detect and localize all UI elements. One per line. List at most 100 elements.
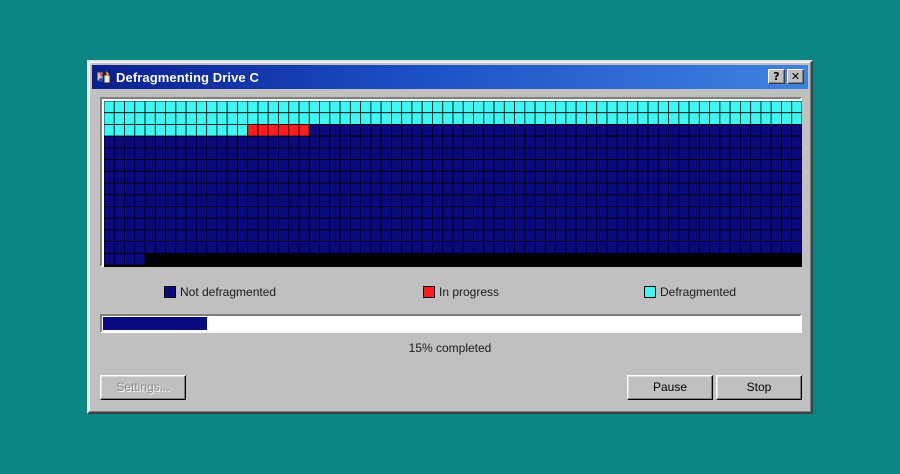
cluster-block-not-defragmented	[452, 170, 464, 184]
cluster-block-not-defragmented	[524, 229, 536, 242]
close-button[interactable]: ✕	[787, 69, 804, 84]
cluster-block-defragmented	[555, 101, 567, 114]
cluster-block-not-defragmented	[647, 170, 659, 184]
cluster-block-defragmented	[514, 101, 526, 114]
cluster-block-not-defragmented	[360, 170, 372, 184]
cluster-block-not-defragmented	[165, 217, 177, 231]
cluster-block-not-defragmented	[524, 135, 536, 149]
cluster-block-defragmented	[124, 101, 136, 114]
cluster-block-not-defragmented	[226, 170, 238, 184]
cluster-block-defragmented	[195, 112, 208, 125]
cluster-block-not-defragmented	[688, 170, 700, 184]
in-progress-swatch	[423, 286, 435, 298]
cluster-block-not-defragmented	[247, 206, 259, 219]
cluster-block-defragmented	[185, 112, 197, 125]
cluster-block-not-defragmented	[627, 182, 639, 196]
cluster-block-not-defragmented	[462, 194, 474, 207]
cluster-block-not-defragmented	[627, 206, 639, 219]
cluster-block-not-defragmented	[740, 170, 752, 184]
cluster-block-not-defragmented	[195, 229, 208, 242]
title-bar[interactable]: Defragmenting Drive C ? ✕	[92, 65, 808, 89]
cluster-block-not-defragmented	[104, 229, 115, 242]
cluster-block-not-defragmented	[195, 241, 208, 254]
cluster-block-not-defragmented	[185, 147, 197, 160]
cluster-block-defragmented	[698, 101, 711, 114]
cluster-block-not-defragmented	[493, 206, 505, 219]
settings-button[interactable]: Settings...	[100, 375, 186, 400]
cluster-block-not-defragmented	[473, 182, 485, 196]
cluster-block-not-defragmented	[555, 147, 567, 160]
cluster-block-not-defragmented	[616, 135, 628, 149]
cluster-block-not-defragmented	[421, 170, 433, 184]
cluster-block-not-defragmented	[770, 124, 782, 137]
cluster-block-not-defragmented	[154, 241, 166, 254]
cluster-block-not-defragmented	[698, 229, 711, 242]
cluster-block-defragmented	[247, 112, 259, 125]
cluster-block-not-defragmented	[514, 170, 526, 184]
cluster-block-not-defragmented	[555, 217, 567, 231]
cluster-block-not-defragmented	[740, 135, 752, 149]
cluster-block-not-defragmented	[411, 229, 423, 242]
cluster-block-not-defragmented	[113, 217, 125, 231]
cluster-block-not-defragmented	[709, 159, 721, 172]
cluster-block-defragmented	[575, 101, 587, 114]
cluster-block-not-defragmented	[308, 159, 320, 172]
cluster-block-not-defragmented	[391, 194, 403, 207]
cluster-block-not-defragmented	[298, 182, 310, 196]
cluster-block-defragmented	[298, 101, 310, 114]
cluster-block-not-defragmented	[370, 147, 382, 160]
cluster-block-not-defragmented	[195, 135, 208, 149]
cluster-block-not-defragmented	[329, 159, 341, 172]
cluster-block-not-defragmented	[493, 147, 505, 160]
help-button[interactable]: ?	[768, 69, 785, 84]
cluster-block-not-defragmented	[729, 217, 741, 231]
cluster-block-not-defragmented	[360, 206, 372, 219]
cluster-block-not-defragmented	[719, 229, 731, 242]
cluster-block-not-defragmented	[565, 147, 577, 160]
cluster-block-not-defragmented	[247, 229, 259, 242]
cluster-block-defragmented	[226, 112, 238, 125]
cluster-block-not-defragmented	[565, 229, 577, 242]
cluster-block-defragmented	[278, 112, 290, 125]
cluster-block-not-defragmented	[411, 217, 423, 231]
cluster-block-not-defragmented	[668, 147, 680, 160]
cluster-block-not-defragmented	[401, 170, 413, 184]
cluster-block-not-defragmented	[442, 147, 454, 160]
cluster-block-not-defragmented	[760, 217, 772, 231]
cluster-block-not-defragmented	[688, 229, 700, 242]
stop-button[interactable]: Stop	[716, 375, 802, 400]
progress-bar	[100, 314, 802, 333]
cluster-block-not-defragmented	[380, 135, 392, 149]
cluster-block-not-defragmented	[534, 159, 546, 172]
cluster-block-not-defragmented	[483, 217, 495, 231]
cluster-block-not-defragmented	[195, 217, 208, 231]
cluster-block-defragmented	[144, 101, 156, 114]
cluster-block-defragmented	[750, 112, 762, 125]
cluster-block-not-defragmented	[247, 241, 259, 254]
cluster-block-not-defragmented	[483, 135, 495, 149]
cluster-block-defragmented	[524, 101, 536, 114]
cluster-block-not-defragmented	[185, 206, 197, 219]
cluster-block-not-defragmented	[298, 170, 310, 184]
cluster-block-not-defragmented	[370, 206, 382, 219]
cluster-block-defragmented	[380, 112, 392, 125]
cluster-block-not-defragmented	[278, 206, 290, 219]
cluster-block-not-defragmented	[134, 217, 146, 231]
cluster-block-not-defragmented	[257, 241, 269, 254]
cluster-block-not-defragmented	[349, 159, 362, 172]
cluster-block-not-defragmented	[657, 182, 669, 196]
cluster-block-not-defragmented	[421, 135, 433, 149]
cluster-block-defragmented	[329, 101, 341, 114]
cluster-block-not-defragmented	[544, 194, 557, 207]
pause-button[interactable]: Pause	[627, 375, 713, 400]
cluster-block-not-defragmented	[206, 217, 218, 231]
cluster-block-not-defragmented	[370, 159, 382, 172]
cluster-block-not-defragmented	[380, 206, 392, 219]
legend-in-progress-label: In progress	[439, 285, 500, 299]
cluster-block-not-defragmented	[688, 241, 700, 254]
cluster-block-defragmented	[134, 101, 146, 114]
cluster-block-not-defragmented	[452, 194, 464, 207]
cluster-block-not-defragmented	[750, 147, 762, 160]
cluster-block-not-defragmented	[770, 229, 782, 242]
cluster-block-defragmented	[442, 101, 454, 114]
